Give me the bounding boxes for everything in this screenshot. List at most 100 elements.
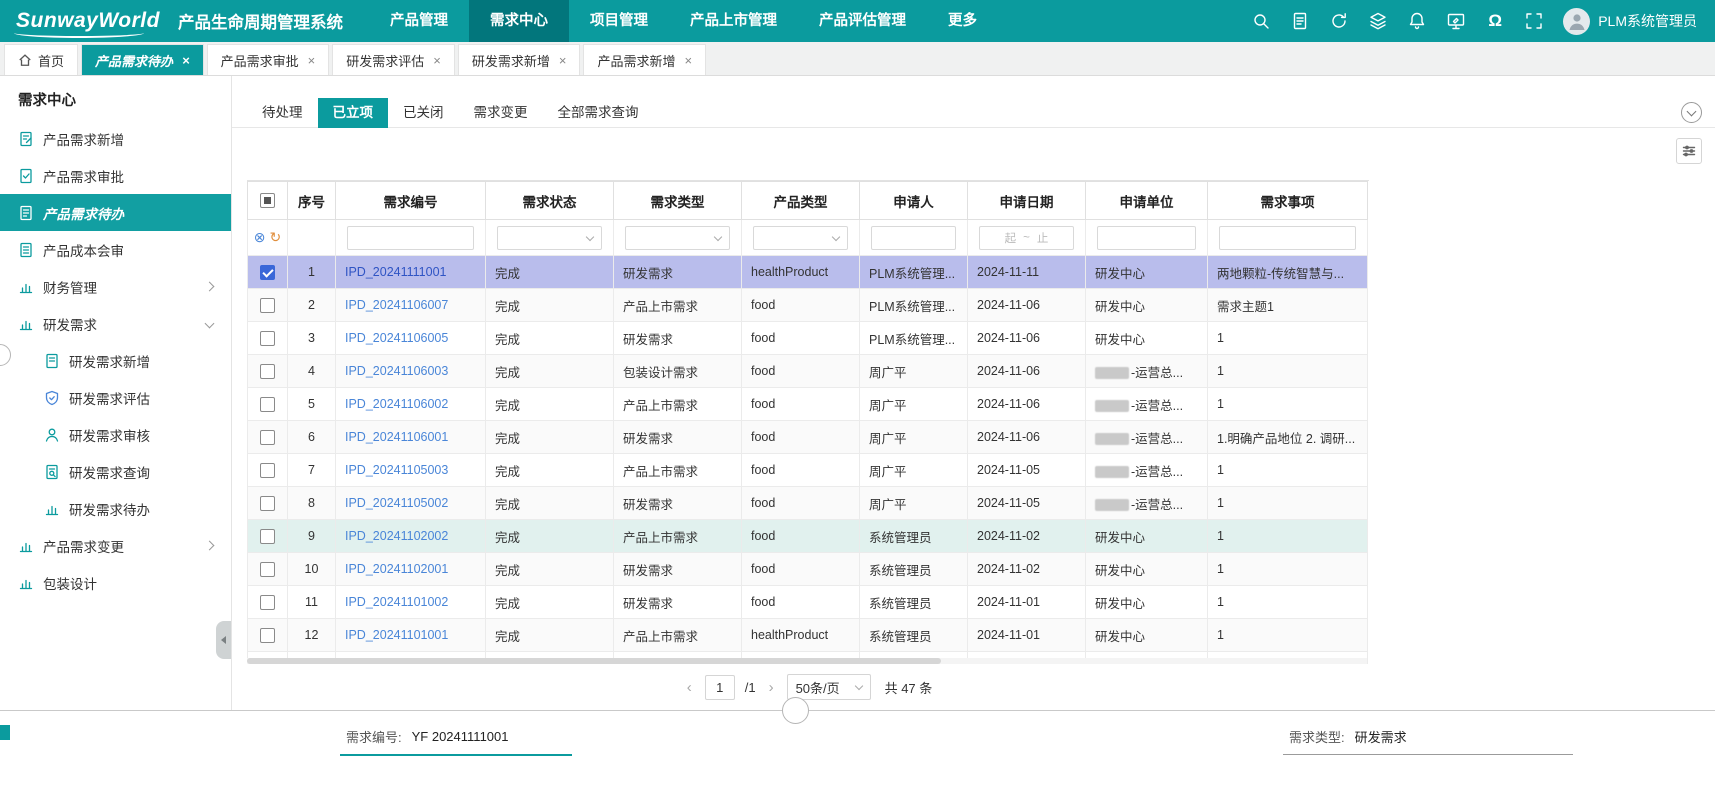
select-all-checkbox[interactable] [260, 193, 275, 208]
view-tab-query-all[interactable]: 全部需求查询 [543, 98, 654, 128]
row-select-cell[interactable] [248, 553, 288, 586]
request-no-link[interactable]: IPD_20241105003 [345, 463, 448, 477]
monitor-edit-icon[interactable] [1446, 11, 1466, 31]
sidebar-item-product-req-todo[interactable]: 产品需求待办 [0, 194, 231, 231]
row-select-cell[interactable] [248, 256, 288, 289]
request-no-link[interactable]: IPD_20241101001 [345, 628, 448, 642]
request-no-link[interactable]: IPD_20241101002 [345, 595, 448, 609]
support-icon[interactable] [1485, 11, 1505, 31]
sidebar-item-rd-req-evaluate[interactable]: 研发需求评估 [0, 379, 231, 416]
view-tab-closed[interactable]: 已关闭 [388, 98, 459, 128]
request-no-link[interactable]: IPD_20241102002 [345, 529, 448, 543]
col-applicant[interactable]: 申请人 [860, 182, 968, 220]
tab-product-req-todo[interactable]: 产品需求待办 [81, 44, 204, 75]
sidebar-item-product-req-approve[interactable]: 产品需求审批 [0, 157, 231, 194]
row-select-cell[interactable] [248, 454, 288, 487]
row-checkbox[interactable] [260, 265, 275, 280]
col-date[interactable]: 申请日期 [968, 182, 1086, 220]
menu-item-evaluation-mgmt[interactable]: 产品评估管理 [798, 0, 927, 42]
table-row[interactable]: 7IPD_20241105003完成产品上市需求food周广平2024-11-0… [248, 454, 1368, 487]
table-row[interactable]: 9IPD_20241102002完成产品上市需求food系统管理员2024-11… [248, 520, 1368, 553]
table-row[interactable]: 3IPD_20241106005完成研发需求foodPLM系统管理...2024… [248, 322, 1368, 355]
row-checkbox[interactable] [260, 331, 275, 346]
close-icon[interactable] [308, 53, 316, 68]
clear-selection-icon[interactable] [254, 229, 266, 246]
sidebar-item-rd-requirement[interactable]: 研发需求 [0, 305, 231, 342]
row-checkbox[interactable] [260, 496, 275, 511]
row-checkbox[interactable] [260, 562, 275, 577]
row-select-cell[interactable] [248, 322, 288, 355]
row-checkbox[interactable] [260, 364, 275, 379]
row-checkbox[interactable] [260, 529, 275, 544]
table-row[interactable]: 6IPD_20241106001完成研发需求food周广平2024-11-06-… [248, 421, 1368, 454]
menu-item-requirement-center[interactable]: 需求中心 [469, 0, 569, 42]
filter-subject-input[interactable] [1219, 226, 1356, 250]
col-status[interactable]: 需求状态 [486, 182, 614, 220]
table-row[interactable]: 11IPD_20241101002完成研发需求food系统管理员2024-11-… [248, 586, 1368, 619]
sidebar-item-packaging-design[interactable]: 包装设计 [0, 564, 231, 601]
row-checkbox[interactable] [260, 397, 275, 412]
request-no-link[interactable]: IPD_20241106005 [345, 331, 448, 345]
col-subject[interactable]: 需求事项 [1208, 182, 1368, 220]
layers-icon[interactable] [1368, 11, 1388, 31]
document-icon[interactable] [1290, 11, 1310, 31]
table-settings-icon[interactable] [1676, 138, 1702, 164]
filter-applicant-input[interactable] [871, 226, 956, 250]
request-no-link[interactable]: IPD_20241111001 [345, 265, 446, 279]
col-product-type[interactable]: 产品类型 [742, 182, 860, 220]
table-row[interactable]: 10IPD_20241102001完成研发需求food系统管理员2024-11-… [248, 553, 1368, 586]
tab-product-req-new[interactable]: 产品需求新增 [583, 44, 706, 75]
request-no-link[interactable]: IPD_20241106007 [345, 298, 448, 312]
row-checkbox[interactable] [260, 463, 275, 478]
row-select-cell[interactable] [248, 388, 288, 421]
horizontal-scrollbar[interactable] [247, 658, 1367, 664]
row-checkbox[interactable] [260, 430, 275, 445]
table-row[interactable]: 1IPD_20241111001完成研发需求healthProductPLM系统… [248, 256, 1368, 289]
menu-item-more[interactable]: 更多 [927, 0, 998, 42]
request-no-link[interactable]: IPD_20241106003 [345, 364, 448, 378]
tab-rd-req-new[interactable]: 研发需求新增 [458, 44, 581, 75]
request-no-link[interactable]: IPD_20241102001 [345, 562, 448, 576]
close-icon[interactable] [684, 53, 692, 68]
row-checkbox[interactable] [260, 298, 275, 313]
sidebar-item-product-cost-review[interactable]: 产品成本会审 [0, 231, 231, 268]
menu-item-product-mgmt[interactable]: 产品管理 [369, 0, 469, 42]
row-select-cell[interactable] [248, 289, 288, 322]
current-page-box[interactable]: 1 [705, 675, 735, 700]
table-row[interactable]: 12IPD_20241101001完成产品上市需求healthProduct系统… [248, 619, 1368, 652]
close-icon[interactable] [559, 53, 567, 68]
sidebar-item-finance-mgmt[interactable]: 财务管理 [0, 268, 231, 305]
sidebar-item-rd-req-todo[interactable]: 研发需求待办 [0, 490, 231, 527]
sidebar-item-rd-req-query[interactable]: 研发需求查询 [0, 453, 231, 490]
reset-filters-icon[interactable] [270, 229, 282, 246]
bell-icon[interactable] [1407, 11, 1427, 31]
row-select-cell[interactable] [248, 487, 288, 520]
prev-page-button[interactable]: ‹ [684, 679, 695, 696]
filter-date-range-input[interactable]: 起 ~ 止 [979, 226, 1074, 250]
row-checkbox[interactable] [260, 595, 275, 610]
request-no-link[interactable]: IPD_20241106002 [345, 397, 448, 411]
table-row[interactable]: 5IPD_20241106002完成产品上市需求food周广平2024-11-0… [248, 388, 1368, 421]
close-icon[interactable] [433, 53, 441, 68]
fullscreen-icon[interactable] [1524, 11, 1544, 31]
sidebar-item-product-req-change[interactable]: 产品需求变更 [0, 527, 231, 564]
row-select-cell[interactable] [248, 421, 288, 454]
request-no-link[interactable]: IPD_20241106001 [345, 430, 448, 444]
sidebar-item-rd-req-new[interactable]: 研发需求新增 [0, 342, 231, 379]
col-request-no[interactable]: 需求编号 [336, 182, 486, 220]
logo[interactable]: SunwayWorld [0, 9, 178, 33]
filter-unit-input[interactable] [1097, 226, 1196, 250]
sidebar-collapse-handle[interactable] [216, 621, 231, 659]
view-tab-pending[interactable]: 待处理 [247, 98, 318, 128]
filter-type-select[interactable] [625, 226, 730, 250]
menu-item-project-mgmt[interactable]: 项目管理 [569, 0, 669, 42]
view-tab-change[interactable]: 需求变更 [459, 98, 543, 128]
row-select-cell[interactable] [248, 619, 288, 652]
close-icon[interactable] [182, 53, 190, 68]
row-checkbox[interactable] [260, 628, 275, 643]
sidebar-item-rd-req-review[interactable]: 研发需求审核 [0, 416, 231, 453]
next-page-button[interactable]: › [766, 679, 777, 696]
table-row[interactable]: 8IPD_20241105002完成研发需求food周广平2024-11-05-… [248, 487, 1368, 520]
refresh-icon[interactable] [1329, 11, 1349, 31]
col-type[interactable]: 需求类型 [614, 182, 742, 220]
